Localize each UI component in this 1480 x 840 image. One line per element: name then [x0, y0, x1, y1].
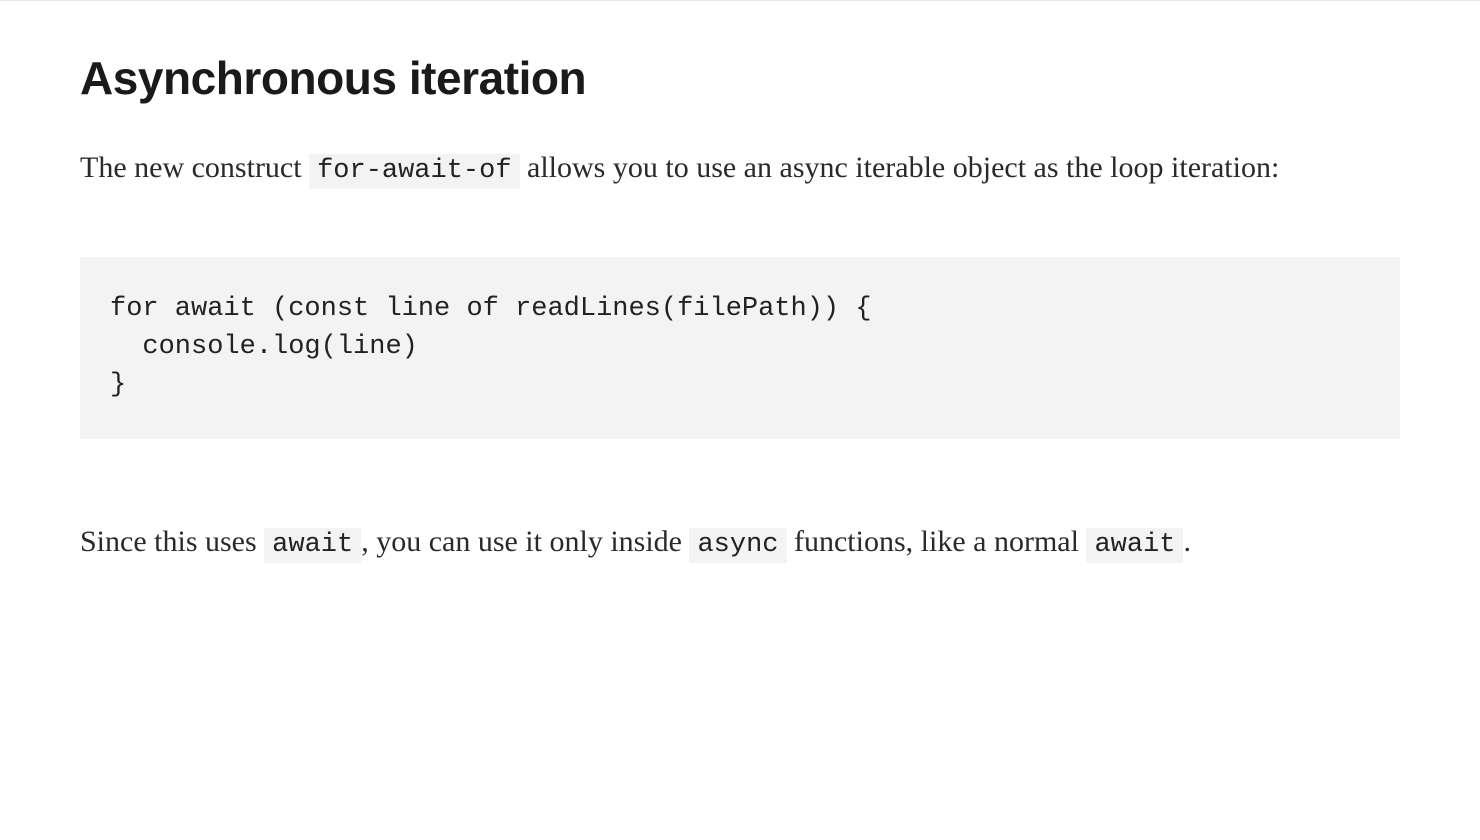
intro-text-before: The new construct: [80, 151, 309, 184]
explain-seg3: functions, like a normal: [787, 525, 1087, 558]
code-block-example: for await (const line of readLines(fileP…: [80, 257, 1400, 438]
intro-paragraph: The new construct for-await-of allows yo…: [80, 139, 1400, 197]
intro-text-after: allows you to use an async iterable obje…: [520, 151, 1280, 184]
section-heading: Asynchronous iteration: [80, 51, 1400, 105]
explain-seg2: , you can use it only inside: [361, 525, 689, 558]
inline-code-await-1: await: [264, 528, 361, 563]
inline-code-await-2: await: [1086, 528, 1183, 563]
inline-code-for-await-of: for-await-of: [309, 154, 519, 189]
inline-code-async: async: [689, 528, 786, 563]
explain-seg1: Since this uses: [80, 525, 264, 558]
explanation-paragraph: Since this uses await, you can use it on…: [80, 513, 1400, 571]
explain-seg4: .: [1183, 525, 1191, 558]
